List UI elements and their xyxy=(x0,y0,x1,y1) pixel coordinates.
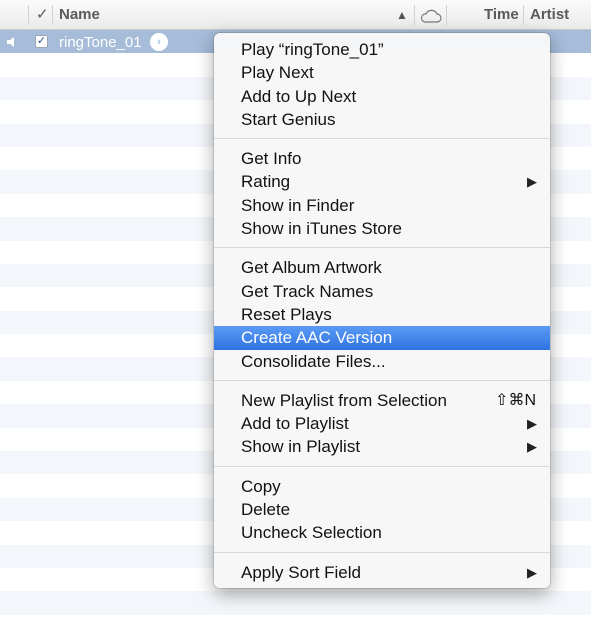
cloud-icon xyxy=(420,9,442,23)
header-icloud-column[interactable] xyxy=(418,0,446,29)
menu-item-label: Consolidate Files... xyxy=(241,351,386,371)
menu-item-label: Show in Playlist xyxy=(241,437,361,457)
table-row[interactable] xyxy=(0,591,591,615)
menu-item-show-in-playlist[interactable]: Show in Playlist ▶ xyxy=(214,435,550,458)
menu-item-label: Get Track Names xyxy=(241,281,374,301)
menu-separator xyxy=(214,247,550,249)
menu-item-label: Add to Up Next xyxy=(241,86,357,106)
keyboard-shortcut: ⇧⌘N xyxy=(495,391,536,409)
column-divider xyxy=(523,5,524,25)
column-divider xyxy=(52,5,53,25)
go-arrow-icon[interactable]: › xyxy=(150,33,168,51)
menu-item-label: Play “ringTone_01” xyxy=(241,40,384,59)
menu-item-consolidate-files[interactable]: Consolidate Files... xyxy=(214,350,550,373)
menu-item-label: Start Genius xyxy=(241,109,336,129)
menu-item-rating[interactable]: Rating ▶ xyxy=(214,170,550,193)
menu-item-label: Reset Plays xyxy=(241,304,332,324)
menu-item-get-track-names[interactable]: Get Track Names xyxy=(214,280,550,303)
speaker-icon xyxy=(7,37,14,47)
column-divider xyxy=(446,5,447,25)
header-indicator-column[interactable] xyxy=(0,0,28,29)
track-checkbox[interactable]: ✓ xyxy=(35,35,48,48)
column-divider xyxy=(28,5,29,25)
menu-item-label: Apply Sort Field xyxy=(241,562,361,582)
menu-item-uncheck-selection[interactable]: Uncheck Selection xyxy=(214,521,550,544)
menu-item-apply-sort-field[interactable]: Apply Sort Field ▶ xyxy=(214,561,550,584)
menu-item-copy[interactable]: Copy xyxy=(214,475,550,498)
track-name: ringTone_01 xyxy=(59,34,142,51)
menu-separator xyxy=(214,551,550,553)
menu-item-label: Create AAC Version xyxy=(241,328,393,348)
menu-item-add-to-playlist[interactable]: Add to Playlist ▶ xyxy=(214,412,550,435)
menu-item-play-next[interactable]: Play Next xyxy=(214,61,550,84)
submenu-arrow-icon: ▶ xyxy=(527,174,537,190)
menu-item-label: Uncheck Selection xyxy=(241,523,382,543)
menu-separator xyxy=(214,379,550,381)
menu-item-create-aac-version[interactable]: Create AAC Version xyxy=(214,326,550,350)
header-check-column[interactable]: ✓ xyxy=(36,0,52,29)
menu-item-play[interactable]: Play “ringTone_01” xyxy=(214,38,550,61)
menu-separator xyxy=(214,138,550,140)
menu-item-label: Get Info xyxy=(241,149,302,169)
table-header: ✓ Name ▲ Time Artist xyxy=(0,0,591,30)
submenu-arrow-icon: ▶ xyxy=(527,564,537,580)
context-menu: Play “ringTone_01” Play Next Add to Up N… xyxy=(214,33,550,588)
menu-item-label: Show in iTunes Store xyxy=(241,219,402,239)
menu-item-reset-plays[interactable]: Reset Plays xyxy=(214,303,550,326)
menu-item-label: Add to Playlist xyxy=(241,414,349,434)
submenu-arrow-icon: ▶ xyxy=(527,416,537,432)
header-time-column[interactable]: Time xyxy=(484,0,520,29)
menu-item-label: Copy xyxy=(241,476,281,496)
header-artist-column[interactable]: Artist xyxy=(530,0,590,29)
menu-item-add-to-up-next[interactable]: Add to Up Next xyxy=(214,85,550,108)
menu-item-get-album-artwork[interactable]: Get Album Artwork xyxy=(214,256,550,279)
menu-item-label: New Playlist from Selection xyxy=(241,390,447,410)
column-divider xyxy=(414,5,415,25)
header-name-column[interactable]: Name xyxy=(59,0,119,29)
menu-item-label: Play Next xyxy=(241,63,314,83)
menu-item-show-in-itunes-store[interactable]: Show in iTunes Store xyxy=(214,217,550,240)
menu-item-get-info[interactable]: Get Info xyxy=(214,147,550,170)
menu-separator xyxy=(214,465,550,467)
menu-item-label: Show in Finder xyxy=(241,195,355,215)
menu-item-label: Get Album Artwork xyxy=(241,258,382,278)
menu-item-start-genius[interactable]: Start Genius xyxy=(214,108,550,131)
menu-item-show-in-finder[interactable]: Show in Finder xyxy=(214,194,550,217)
menu-item-label: Delete xyxy=(241,500,291,520)
menu-item-new-playlist-from-selection[interactable]: New Playlist from Selection ⇧⌘N xyxy=(214,389,550,412)
menu-item-delete[interactable]: Delete xyxy=(214,498,550,521)
menu-item-label: Rating xyxy=(241,172,291,192)
submenu-arrow-icon: ▶ xyxy=(527,439,537,455)
sort-ascending-icon: ▲ xyxy=(396,8,408,22)
